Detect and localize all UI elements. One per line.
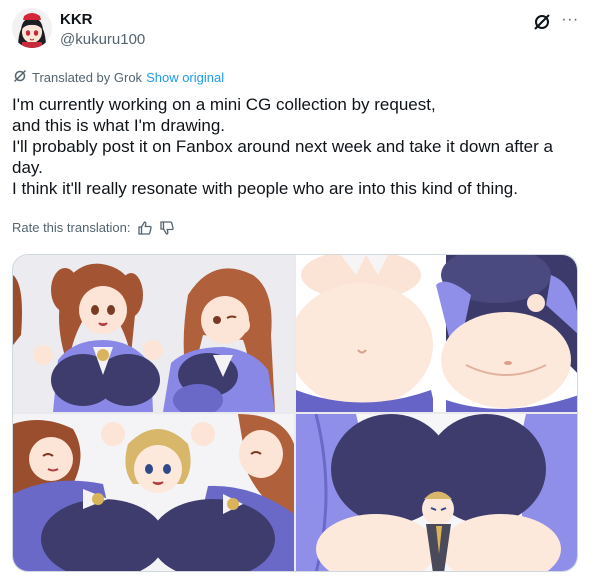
tweet-line: I think it'll really resonate with peopl… <box>12 179 518 198</box>
grok-icon[interactable] <box>532 12 552 32</box>
tweet-post: KKR @kukuru100 ··· Translated by Grok Sh… <box>0 0 596 583</box>
translation-note: Translated by Grok Show original <box>12 68 224 88</box>
avatar[interactable] <box>12 8 52 48</box>
anime-avatar-icon <box>12 8 52 48</box>
grok-small-icon <box>12 68 28 88</box>
thumbs-up-icon[interactable] <box>137 220 153 236</box>
tweet-line: and this is what I'm drawing. <box>12 116 226 135</box>
media-image-4[interactable] <box>296 414 577 571</box>
tweet-text: I'm currently working on a mini CG colle… <box>12 94 582 199</box>
author-handle[interactable]: @kukuru100 <box>60 30 145 50</box>
tweet-line: day. <box>12 158 43 177</box>
thumbs-down-icon[interactable] <box>159 220 175 236</box>
tweet-line: I'm currently working on a mini CG colle… <box>12 95 436 114</box>
show-original-link[interactable]: Show original <box>146 70 224 86</box>
media-grid <box>12 254 578 572</box>
rate-translation: Rate this translation: <box>12 220 175 236</box>
more-dots-icon[interactable]: ··· <box>558 10 582 34</box>
media-image-1[interactable] <box>13 255 294 412</box>
tweet-line: I'll probably post it on Fanbox around n… <box>12 137 553 156</box>
media-image-2[interactable] <box>296 255 577 412</box>
translated-by-label: Translated by Grok <box>32 70 143 85</box>
media-image-3[interactable] <box>13 414 294 571</box>
rate-translation-label: Rate this translation: <box>12 220 131 235</box>
author-name[interactable]: KKR <box>60 10 93 30</box>
